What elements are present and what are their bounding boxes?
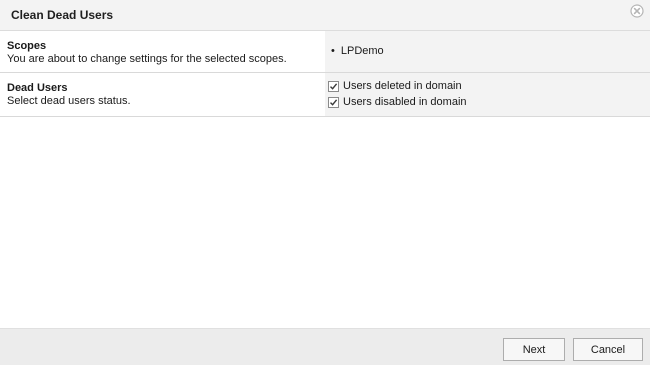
scope-name: LPDemo <box>340 45 384 57</box>
users-disabled-label: Users disabled in domain <box>343 96 467 108</box>
settings-rows: Scopes You are about to change settings … <box>0 31 650 117</box>
next-button[interactable]: Next <box>503 338 565 361</box>
bullet-icon: • <box>331 45 335 57</box>
dead-users-title: Dead Users <box>7 82 68 94</box>
users-disabled-checkbox[interactable] <box>328 96 339 108</box>
scopes-value-cell: • LPDemo <box>325 31 650 72</box>
dialog-title: Clean Dead Users <box>11 8 114 22</box>
dialog-footer: Next Cancel <box>0 328 650 365</box>
clean-dead-users-dialog: Clean Dead Users Scopes You are about to… <box>0 0 650 365</box>
users-deleted-label: Users deleted in domain <box>343 80 462 92</box>
scopes-row: Scopes You are about to change settings … <box>0 31 650 73</box>
dialog-titlebar: Clean Dead Users <box>0 0 650 31</box>
option-users-deleted[interactable]: Users deleted in domain <box>328 80 462 92</box>
dead-users-value-cell: Users deleted in domain Users disabled i… <box>325 73 650 116</box>
users-deleted-checkbox[interactable] <box>328 80 339 92</box>
scopes-description: You are about to change settings for the… <box>7 53 287 65</box>
scopes-title: Scopes <box>7 40 47 52</box>
cancel-button[interactable]: Cancel <box>573 338 643 361</box>
scopes-label-cell: Scopes You are about to change settings … <box>0 31 325 72</box>
checkmark-icon <box>330 82 338 90</box>
scope-list-item: • LPDemo <box>331 45 384 57</box>
dead-users-row: Dead Users Select dead users status. Use… <box>0 73 650 117</box>
dead-users-description: Select dead users status. <box>7 95 131 107</box>
dead-users-label-cell: Dead Users Select dead users status. <box>0 73 325 116</box>
close-icon[interactable] <box>630 4 644 18</box>
checkmark-icon <box>330 98 338 106</box>
option-users-disabled[interactable]: Users disabled in domain <box>328 96 467 108</box>
